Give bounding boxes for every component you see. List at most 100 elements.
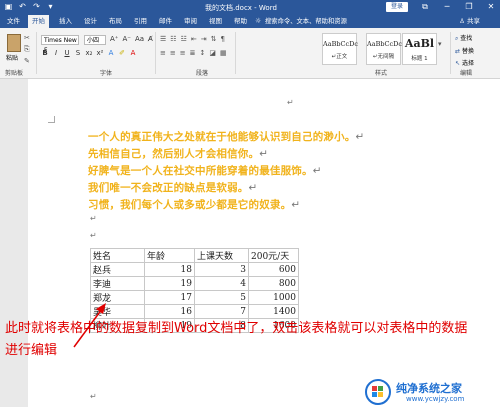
style-normal[interactable]: AaBbCcDc ↵正文 (322, 33, 358, 65)
save-icon[interactable]: ▣ (4, 2, 13, 11)
paste-icon[interactable] (7, 34, 21, 52)
subscript-icon[interactable]: x₂ (85, 49, 93, 57)
strikethrough-icon[interactable]: S (74, 49, 82, 57)
style-name: 标题 1 (411, 56, 428, 62)
paragraph-tools-row2: ≡ ≡ ≡ ≣ ↕ ◪ ▦ (160, 49, 227, 57)
sort-icon[interactable]: ⇅ (211, 35, 217, 43)
table-cell[interactable]: 16 (144, 304, 195, 319)
bold-icon[interactable]: B (41, 49, 49, 57)
paragraph-group-label: 段落 (196, 70, 209, 77)
table-cell[interactable]: 19 (144, 276, 195, 291)
font-name-select[interactable]: Times New F (41, 35, 79, 54)
grow-font-icon[interactable]: A⁺ (110, 35, 118, 43)
superscript-icon[interactable]: x² (96, 49, 104, 57)
header-cell[interactable]: 姓名 (90, 248, 145, 263)
tab-insert[interactable]: 插入 (55, 15, 76, 28)
tab-home[interactable]: 开始 (28, 15, 49, 28)
bullets-icon[interactable]: ☰ (160, 35, 166, 43)
text-effects-icon[interactable]: A (107, 49, 115, 57)
format-painter-icon[interactable]: ✎ (24, 57, 30, 65)
quote-line[interactable]: 一个人的真正伟大之处就在于他能够认识到自己的渺小。↵ (88, 129, 365, 144)
share-button[interactable]: ♙ 共享 (459, 15, 480, 28)
paragraph-mark: ↵ (259, 148, 269, 160)
cut-icon[interactable]: ✂ (24, 34, 30, 42)
table-cell[interactable]: 1000 (248, 290, 299, 305)
tab-review[interactable]: 审阅 (180, 15, 201, 28)
logo-icon (365, 379, 391, 405)
tab-help[interactable]: 帮助 (230, 15, 251, 28)
quote-line[interactable]: 好脾气是一个人在社交中所能穿着的最佳服饰。↵ (88, 163, 322, 178)
tab-mailings[interactable]: 邮件 (155, 15, 176, 28)
table-cell[interactable]: 李迪 (90, 276, 145, 291)
italic-icon[interactable]: I (52, 49, 60, 57)
styles-more-icon[interactable]: ▾ (438, 40, 442, 48)
close-button[interactable]: ✕ (484, 1, 498, 13)
align-left-icon[interactable]: ≡ (160, 49, 166, 57)
copy-icon[interactable]: ⎘ (24, 45, 30, 54)
clear-format-icon[interactable]: A̸ (148, 35, 153, 43)
align-center-icon[interactable]: ≡ (170, 49, 176, 57)
highlight-icon[interactable]: ✐ (118, 49, 126, 57)
show-marks-icon[interactable]: ¶ (220, 35, 224, 43)
align-right-icon[interactable]: ≡ (180, 49, 186, 57)
table-cell[interactable]: 5 (194, 290, 249, 305)
quote-line[interactable]: 先相信自己，然后别人才会相信你。↵ (88, 146, 268, 161)
font-color-icon[interactable]: A (129, 49, 137, 57)
line-spacing-icon[interactable]: ↕ (200, 49, 206, 57)
minimize-button[interactable]: ─ (440, 1, 454, 13)
paste-button[interactable]: 粘贴 (6, 53, 18, 62)
font-size-select[interactable]: 小四 (84, 35, 106, 45)
style-sample: AaBbCcDc (367, 40, 402, 48)
paragraph-mark: ↵ (90, 392, 97, 401)
style-heading-1[interactable]: AaBl 标题 1 (402, 33, 437, 65)
table-row: 赵兵 18 3 600 (90, 262, 299, 277)
underline-icon[interactable]: U (63, 49, 71, 57)
replace-button[interactable]: ⇄ 替换 (455, 46, 474, 55)
tab-view[interactable]: 视图 (205, 15, 226, 28)
table-cell[interactable]: 1400 (248, 304, 299, 319)
quote-line[interactable]: 习惯，我们每个人或多或少都是它的奴隶。↵ (88, 197, 300, 212)
redo-icon[interactable]: ↷ (32, 2, 41, 11)
header-cell[interactable]: 年龄 (144, 248, 195, 263)
tab-design[interactable]: 设计 (80, 15, 101, 28)
numbering-icon[interactable]: ☷ (170, 35, 176, 43)
customize-qat-icon[interactable]: ▾ (46, 2, 55, 11)
header-cell[interactable]: 上课天数 (194, 248, 249, 263)
shrink-font-icon[interactable]: A⁻ (122, 35, 130, 43)
table-cell[interactable]: 17 (144, 290, 195, 305)
table-cell[interactable]: 赵兵 (90, 262, 145, 277)
table-cell[interactable]: 800 (248, 276, 299, 291)
ribbon-separator (36, 32, 37, 74)
tab-layout[interactable]: 布局 (105, 15, 126, 28)
justify-icon[interactable]: ≣ (190, 49, 196, 57)
table-cell[interactable]: 4 (194, 276, 249, 291)
table-cell[interactable]: 18 (144, 262, 195, 277)
undo-icon[interactable]: ↶ (18, 2, 27, 11)
quote-line[interactable]: 我们唯一不会改正的缺点是软弱。↵ (88, 180, 258, 195)
tell-me-search[interactable]: 搜索命令、文本、帮助和资源 (265, 15, 347, 28)
person-icon: ♙ (459, 17, 465, 25)
increase-indent-icon[interactable]: ⇥ (201, 35, 207, 43)
tab-file[interactable]: 文件 (3, 15, 24, 28)
style-sample: AaBbCcDc (323, 40, 358, 48)
style-sample: AaBl (404, 37, 435, 50)
find-button[interactable]: ⌕ 查找 (455, 33, 474, 43)
header-cell[interactable]: 200元/天 (248, 248, 299, 263)
restore-button[interactable]: ❐ (462, 1, 476, 13)
style-no-spacing[interactable]: AaBbCcDc ↵无间隔 (366, 33, 402, 65)
multilevel-list-icon[interactable]: ☳ (181, 35, 187, 43)
style-name: ↵无间隔 (372, 54, 395, 60)
shading-icon[interactable]: ◪ (209, 49, 216, 57)
borders-icon[interactable]: ▦ (220, 49, 227, 57)
table-cell[interactable]: 600 (248, 262, 299, 277)
table-cell[interactable]: 7 (194, 304, 249, 319)
decrease-indent-icon[interactable]: ⇤ (191, 35, 197, 43)
select-button[interactable]: ↖ 选择 (455, 58, 474, 67)
tab-references[interactable]: 引用 (130, 15, 151, 28)
change-case-icon[interactable]: Aa (135, 35, 144, 43)
login-button[interactable]: 登录 (386, 2, 408, 12)
ribbon-display-icon[interactable]: ⧉ (418, 1, 432, 13)
document-title: 我的文档.docx - Word (205, 4, 277, 12)
table-cell[interactable]: 3 (194, 262, 249, 277)
cursor-icon: ↖ (455, 60, 461, 67)
